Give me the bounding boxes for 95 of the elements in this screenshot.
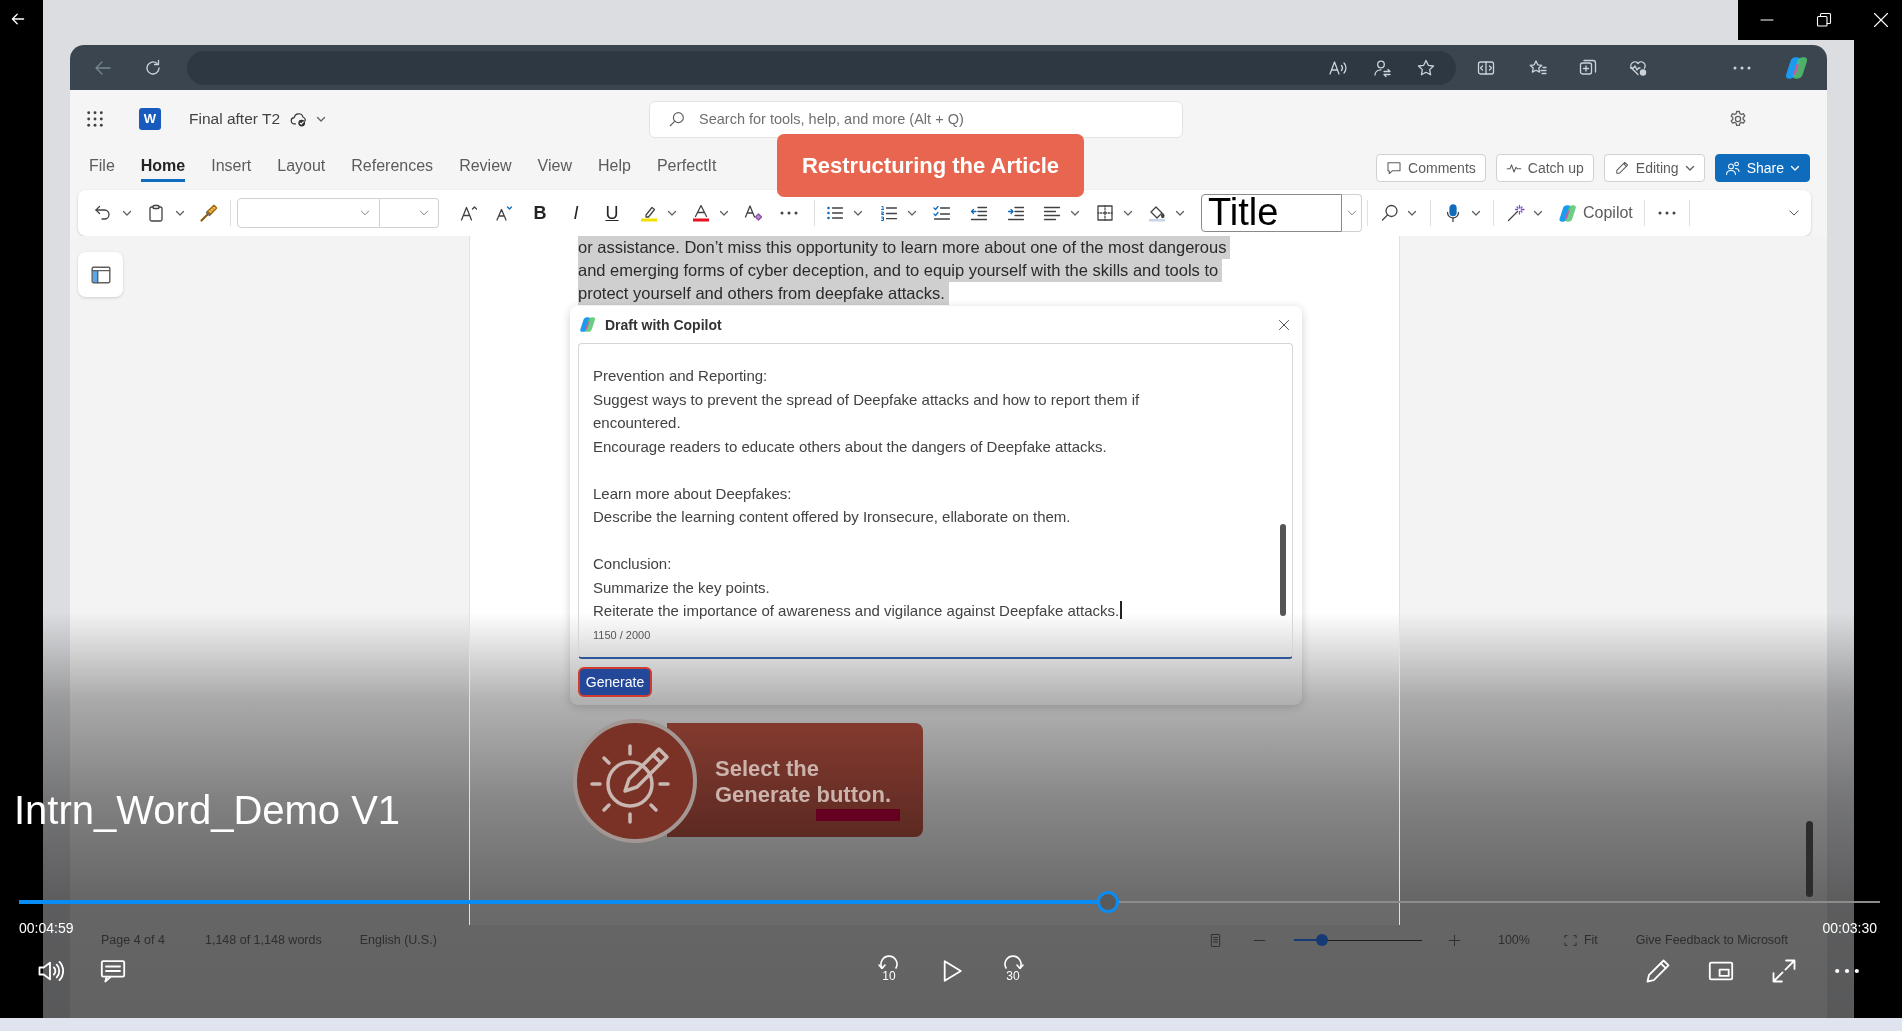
- ribbon-tab[interactable]: Review: [459, 152, 512, 182]
- caret-icon[interactable]: [1123, 208, 1133, 218]
- app-logo: W: [139, 108, 161, 130]
- prompt-line: Summarize the key points.: [593, 578, 770, 596]
- captions-icon[interactable]: [99, 957, 127, 985]
- font-name-field[interactable]: [237, 198, 380, 228]
- collections-icon[interactable]: [1578, 57, 1598, 78]
- text-cursor: [1120, 601, 1123, 619]
- ribbon-tab[interactable]: Help: [598, 152, 631, 182]
- caret-icon: [1684, 163, 1695, 173]
- dialog-title: Draft with Copilot: [605, 316, 722, 333]
- cloud-check-icon[interactable]: [290, 110, 309, 128]
- underline-button[interactable]: U: [602, 201, 622, 225]
- fullscreen-icon[interactable]: [1770, 957, 1798, 985]
- back-icon[interactable]: [9, 11, 27, 27]
- caret-icon[interactable]: [907, 208, 917, 218]
- callout-text: Select the Generate button.: [715, 756, 892, 808]
- callout-banner: Restructuring the Article: [777, 134, 1084, 197]
- prompt-line: Describe the learning content offered by Ironsecure, ellaborate on them.: [593, 508, 1071, 525]
- caret-icon[interactable]: [1533, 208, 1543, 218]
- prompt-line: Prevention and Reporting:: [593, 367, 768, 384]
- style-preview[interactable]: Title: [1201, 194, 1342, 232]
- forward-arrow-icon: [1001, 955, 1025, 969]
- comments-button[interactable]: Comments: [1376, 154, 1486, 182]
- search-icon: [668, 110, 686, 128]
- font-grow-icon[interactable]: [459, 203, 479, 223]
- skip-back-button[interactable]: 10: [875, 955, 903, 987]
- ribbon-tab[interactable]: References: [351, 152, 434, 182]
- paintbrush-icon[interactable]: [199, 203, 219, 223]
- checklist-icon[interactable]: [932, 203, 952, 223]
- star-icon[interactable]: [1416, 57, 1436, 78]
- ribbon-tab[interactable]: File: [89, 152, 115, 182]
- caret-icon[interactable]: [667, 208, 677, 218]
- caret-icon[interactable]: [122, 208, 132, 218]
- zoom-slider-thumb[interactable]: [1316, 934, 1329, 946]
- font-size-field[interactable]: [380, 198, 439, 228]
- scrollbar-thumb[interactable]: [1280, 524, 1286, 616]
- borders-icon[interactable]: [1095, 203, 1115, 223]
- search-icon[interactable]: [1380, 203, 1400, 223]
- reload-icon[interactable]: [143, 57, 163, 78]
- rewind-arrow-icon: [877, 955, 901, 969]
- ribbon-tab[interactable]: Layout: [277, 152, 326, 182]
- font-shrink-icon[interactable]: [494, 203, 514, 223]
- catch-up-button[interactable]: Catch up: [1495, 154, 1594, 182]
- skip-forward-button[interactable]: 30: [999, 955, 1027, 987]
- settings-icon[interactable]: [1728, 109, 1748, 129]
- font-color-icon[interactable]: [691, 203, 711, 223]
- close-icon[interactable]: [1277, 317, 1291, 332]
- ribbon-tab[interactable]: Home: [140, 152, 186, 182]
- clear-format-icon[interactable]: [743, 203, 763, 223]
- caret-icon: [1790, 163, 1800, 173]
- ribbon-tab[interactable]: Insert: [211, 152, 252, 182]
- progress-thumb[interactable]: [1096, 891, 1119, 913]
- copilot-button[interactable]: Copilot: [1558, 203, 1633, 223]
- ribbon-tab[interactable]: PerfectIt: [656, 152, 717, 182]
- ribbon-tab[interactable]: View: [537, 152, 572, 182]
- pen-icon[interactable]: [1644, 957, 1672, 985]
- clipboard-icon[interactable]: [146, 203, 166, 223]
- share-button[interactable]: Share: [1714, 154, 1810, 182]
- caret-icon[interactable]: [1471, 208, 1481, 218]
- editing-button[interactable]: Editing: [1603, 154, 1705, 182]
- caret-icon[interactable]: [1407, 208, 1417, 218]
- italic-button[interactable]: I: [566, 201, 586, 225]
- app-launcher-icon[interactable]: [86, 110, 104, 128]
- navigation-pane-button[interactable]: [78, 252, 123, 297]
- prompt-line: Reiterate the importance of awareness and vigilance against Deepfake attacks.: [593, 602, 1120, 619]
- undo-icon[interactable]: [93, 203, 113, 223]
- restore-icon[interactable]: [1816, 12, 1832, 28]
- bold-button[interactable]: B: [530, 201, 550, 225]
- character-counter: 1150 / 2000: [593, 628, 651, 641]
- document-title[interactable]: Final after T2: [189, 110, 281, 128]
- comment-icon: [1386, 160, 1403, 176]
- prompt-line: Suggest ways to prevent the spread of Deepfake attacks and how to report them if encountered.: [593, 390, 1140, 431]
- people-icon: [1724, 160, 1741, 176]
- caret-icon[interactable]: [1070, 208, 1080, 218]
- caret-icon[interactable]: [719, 208, 729, 218]
- fit-corners-icon: [1562, 932, 1578, 948]
- prompt-field[interactable]: [578, 343, 1293, 659]
- generate-button[interactable]: Generate: [578, 667, 652, 697]
- caret-icon[interactable]: [175, 208, 185, 218]
- numbered-list-icon[interactable]: [879, 203, 899, 223]
- magic-wand-icon[interactable]: [1506, 203, 1526, 223]
- colorful-logo-icon[interactable]: [1784, 55, 1810, 80]
- copilot-icon: [1558, 203, 1578, 223]
- search-field[interactable]: Search for tools, help, and more (Alt + Q): [649, 100, 1183, 138]
- prompt-line: Encourage readers to educate others about the dangers of Deepfake attacks.: [593, 437, 1107, 455]
- pencil-gear-icon: [572, 718, 698, 844]
- close-icon[interactable]: [1873, 12, 1889, 28]
- caret-icon[interactable]: [853, 208, 863, 218]
- pencil-icon: [1613, 160, 1630, 176]
- prompt-line: Learn more about Deepfakes:: [593, 484, 792, 502]
- prompt-line: Conclusion:: [593, 555, 672, 572]
- caret-icon[interactable]: [316, 114, 327, 124]
- copilot-icon: [579, 316, 597, 333]
- caret-icon[interactable]: [1175, 208, 1185, 218]
